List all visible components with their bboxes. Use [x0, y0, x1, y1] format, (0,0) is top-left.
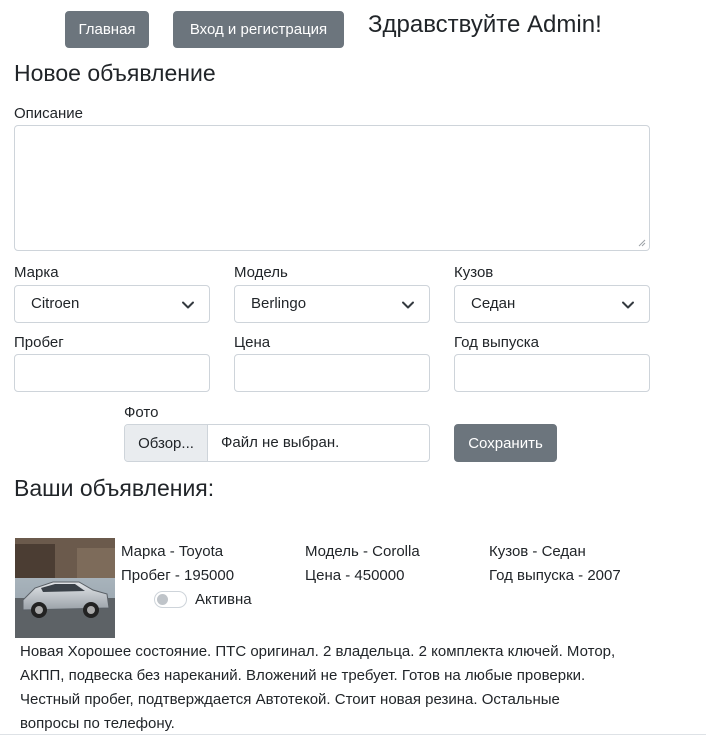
- description-line: Честный пробег, подтверждается Автотекой…: [20, 691, 560, 708]
- year-label: Год выпуска: [454, 334, 539, 351]
- chevron-down-icon: [182, 301, 194, 309]
- greeting-text: Здравствуйте Admin!: [368, 11, 602, 38]
- description-textarea[interactable]: [14, 125, 650, 251]
- description-line: Новая Хорошее состояние. ПТС оригинал. 2…: [20, 643, 616, 660]
- mileage-input[interactable]: [14, 354, 210, 392]
- car-image: [15, 538, 115, 638]
- description-line: АКПП, подвеска без нареканий. Вложений н…: [20, 667, 586, 684]
- listing-mileage: Пробег - 195000: [121, 567, 235, 584]
- listing-make: Марка - Toyota: [121, 543, 224, 560]
- price-label: Цена: [234, 334, 271, 351]
- home-button[interactable]: Главная: [65, 11, 149, 48]
- body-select[interactable]: Седан: [454, 285, 650, 323]
- car-photo[interactable]: [15, 538, 115, 638]
- model-select[interactable]: Berlingo: [234, 285, 430, 323]
- active-label: Активна: [195, 591, 252, 608]
- make-select[interactable]: Citroen: [14, 285, 210, 323]
- listing-price: Цена - 450000: [305, 567, 405, 584]
- browse-button[interactable]: Обзор...: [125, 425, 208, 461]
- new-ad-title: Новое объявление: [14, 60, 216, 86]
- your-ads-title: Ваши объявления:: [14, 475, 215, 501]
- description-label: Описание: [14, 105, 84, 122]
- photo-file-input[interactable]: Обзор... Файл не выбран.: [124, 424, 430, 462]
- file-status-text: Файл не выбран.: [221, 434, 340, 451]
- make-label: Марка: [14, 264, 59, 281]
- price-input[interactable]: [234, 354, 430, 392]
- listing-body: Кузов - Седан: [489, 543, 586, 560]
- save-button[interactable]: Сохранить: [454, 424, 557, 462]
- chevron-down-icon: [622, 301, 634, 309]
- listing-year: Год выпуска - 2007: [489, 567, 621, 584]
- chevron-down-icon: [402, 301, 414, 309]
- model-label: Модель: [234, 264, 288, 281]
- listing-description: Новая Хорошее состояние. ПТС оригинал. 2…: [20, 640, 660, 736]
- login-register-button[interactable]: Вход и регистрация: [173, 11, 344, 48]
- body-select-value: Седан: [471, 295, 516, 312]
- year-input[interactable]: [454, 354, 650, 392]
- divider: [0, 734, 706, 735]
- photo-label: Фото: [124, 404, 159, 421]
- description-line: вопросы по телефону.: [20, 715, 175, 732]
- resize-grip-icon[interactable]: [638, 239, 646, 247]
- mileage-label: Пробег: [14, 334, 64, 351]
- toggle-knob: [157, 594, 168, 605]
- body-label: Кузов: [454, 264, 494, 281]
- page: Главная Вход и регистрация Здравствуйте …: [0, 0, 706, 747]
- listing-model: Модель - Corolla: [305, 543, 420, 560]
- make-select-value: Citroen: [31, 295, 80, 312]
- model-select-value: Berlingo: [251, 295, 307, 312]
- active-toggle[interactable]: [154, 591, 187, 608]
